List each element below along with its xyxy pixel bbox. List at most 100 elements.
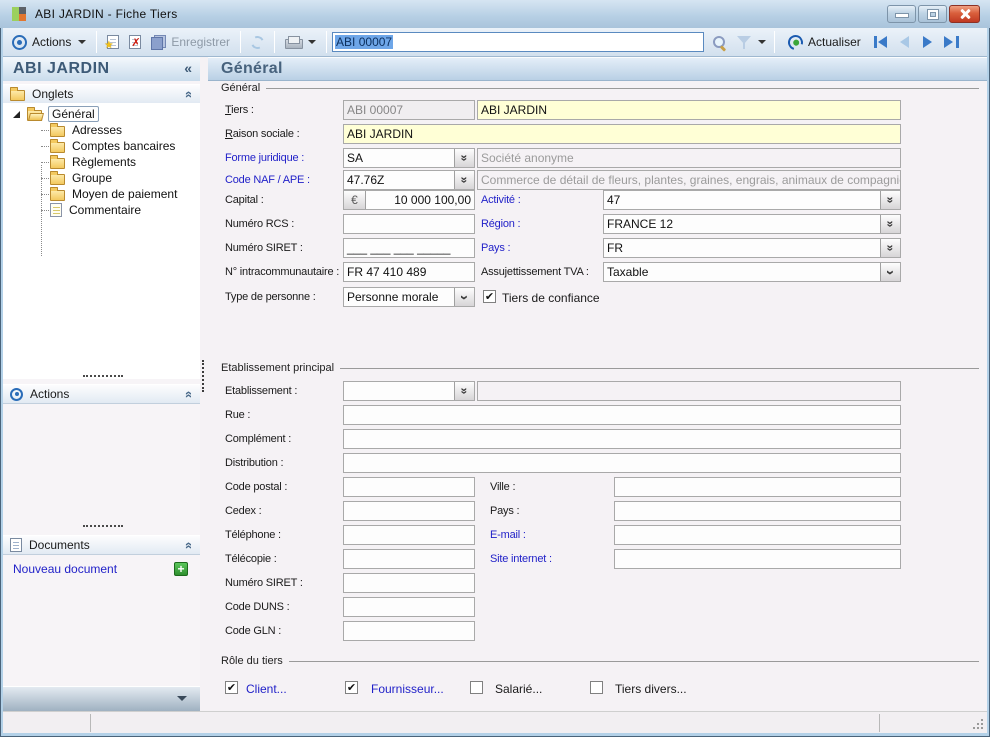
toolbar: Actions ★ ✗ Enregistrer bbox=[3, 28, 987, 57]
forme-juridique-label[interactable]: Forme juridique : bbox=[225, 152, 304, 164]
client-checkbox[interactable]: ✔ bbox=[225, 681, 238, 694]
region-label[interactable]: Région : bbox=[481, 218, 520, 230]
nav-previous-button[interactable] bbox=[897, 35, 913, 49]
tiers-confiance-checkbox[interactable]: ✔ bbox=[483, 290, 496, 303]
fournisseur-checkbox[interactable]: ✔ bbox=[345, 681, 358, 694]
client-label[interactable]: Client... bbox=[246, 682, 287, 696]
etab-siret-field[interactable] bbox=[343, 573, 475, 593]
print-button[interactable] bbox=[280, 30, 321, 54]
double-chevron-down-icon[interactable]: » bbox=[880, 239, 900, 257]
activite-label[interactable]: Activité : bbox=[481, 194, 521, 206]
collapse-chevron-icon[interactable]: » bbox=[180, 391, 195, 398]
close-button[interactable] bbox=[949, 5, 980, 23]
documents-section-header[interactable]: Documents » bbox=[3, 535, 200, 555]
salarie-checkbox[interactable] bbox=[470, 681, 483, 694]
ville-field[interactable] bbox=[614, 477, 901, 497]
code-gln-field[interactable] bbox=[343, 621, 475, 641]
code-naf-combo[interactable]: 47.76Z » bbox=[343, 170, 475, 190]
numero-rcs-field[interactable] bbox=[343, 214, 475, 234]
tiers-name-field[interactable]: ABI JARDIN bbox=[477, 100, 901, 120]
collapse-chevron-icon[interactable]: » bbox=[180, 542, 195, 549]
sidebar: ABI JARDIN « Onglets » Général bbox=[3, 57, 200, 711]
pays-label[interactable]: Pays : bbox=[481, 242, 510, 254]
search-input[interactable]: ABI 00007 bbox=[332, 32, 704, 52]
sidebar-bottom-bar[interactable] bbox=[3, 686, 200, 711]
filter-dropdown-icon[interactable] bbox=[758, 40, 766, 44]
region-combo[interactable]: FRANCE 12 » bbox=[603, 214, 901, 234]
folder-icon bbox=[50, 142, 65, 153]
actions-section-header[interactable]: Actions » bbox=[3, 384, 200, 404]
code-postal-field[interactable] bbox=[343, 477, 475, 497]
fournisseur-label[interactable]: Fournisseur... bbox=[371, 682, 444, 696]
numero-siret-field[interactable]: ___ ___ ___ _____ bbox=[343, 238, 475, 258]
search-icon[interactable] bbox=[712, 35, 727, 50]
cedex-label: Cedex : bbox=[225, 505, 262, 517]
delete-record-button[interactable]: ✗ bbox=[124, 30, 146, 54]
nav-first-button[interactable] bbox=[874, 35, 890, 49]
tree-item-label: Moyen de paiement bbox=[72, 187, 177, 201]
etablissement-combo[interactable]: » bbox=[343, 381, 475, 401]
refresh-button[interactable] bbox=[246, 30, 269, 54]
new-record-button[interactable]: ★ bbox=[102, 30, 124, 54]
email-field[interactable] bbox=[614, 525, 901, 545]
maximize-button[interactable] bbox=[918, 5, 947, 23]
distribution-field[interactable] bbox=[343, 453, 901, 473]
double-chevron-down-icon[interactable]: » bbox=[454, 149, 474, 167]
nav-last-button[interactable] bbox=[943, 35, 959, 49]
double-chevron-down-icon[interactable]: » bbox=[880, 215, 900, 233]
etab-pays-field[interactable] bbox=[614, 501, 901, 521]
email-label[interactable]: E-mail : bbox=[490, 529, 526, 541]
chevron-down-icon[interactable]: › bbox=[880, 263, 900, 281]
nav-next-button[interactable] bbox=[920, 35, 936, 49]
chevron-down-icon[interactable]: › bbox=[454, 288, 474, 306]
code-naf-label[interactable]: Code NAF / APE : bbox=[225, 174, 310, 186]
sidebar-collapse-button[interactable]: « bbox=[184, 60, 192, 76]
tree-item-general[interactable]: Général bbox=[3, 106, 99, 122]
filter-icon[interactable] bbox=[736, 35, 752, 50]
panel-dropdown-icon[interactable] bbox=[177, 696, 187, 701]
resize-grip[interactable] bbox=[981, 727, 983, 729]
pays-combo[interactable]: FR » bbox=[603, 238, 901, 258]
double-chevron-down-icon[interactable]: » bbox=[454, 382, 474, 400]
onglets-section-header[interactable]: Onglets » bbox=[3, 84, 200, 104]
actualiser-icon bbox=[785, 32, 805, 52]
tree-expander-icon[interactable] bbox=[13, 111, 20, 118]
tiers-divers-checkbox[interactable] bbox=[590, 681, 603, 694]
rue-field[interactable] bbox=[343, 405, 901, 425]
sidebar-splitter[interactable] bbox=[200, 57, 208, 711]
telecopie-field[interactable] bbox=[343, 549, 475, 569]
actualiser-button[interactable]: Actualiser bbox=[783, 30, 866, 54]
tree-item-moyen-de-paiement[interactable]: Moyen de paiement bbox=[3, 186, 200, 202]
tree-item-reglements[interactable]: Règlements bbox=[3, 154, 200, 170]
capital-field[interactable]: € 10 000 100,00 bbox=[343, 190, 475, 210]
site-internet-field[interactable] bbox=[614, 549, 901, 569]
page-header: Général bbox=[208, 57, 987, 81]
double-chevron-down-icon[interactable]: » bbox=[454, 171, 474, 189]
intracommunautaire-field[interactable]: FR 47 410 489 bbox=[343, 262, 475, 282]
new-document-link[interactable]: Nouveau document bbox=[13, 562, 117, 576]
type-personne-combo[interactable]: Personne morale › bbox=[343, 287, 475, 307]
site-internet-label[interactable]: Site internet : bbox=[490, 553, 552, 565]
capital-value: 10 000 100,00 bbox=[366, 191, 474, 209]
add-document-button[interactable]: + bbox=[174, 562, 188, 576]
telephone-field[interactable] bbox=[343, 525, 475, 545]
euro-icon[interactable]: € bbox=[344, 191, 366, 209]
tree-item-commentaire[interactable]: Commentaire bbox=[3, 202, 200, 218]
splitter-handle[interactable] bbox=[83, 525, 123, 527]
code-duns-field[interactable] bbox=[343, 597, 475, 617]
double-chevron-down-icon[interactable]: » bbox=[880, 191, 900, 209]
raison-sociale-field[interactable]: ABI JARDIN bbox=[343, 124, 901, 144]
complement-field[interactable] bbox=[343, 429, 901, 449]
collapse-chevron-icon[interactable]: » bbox=[180, 91, 195, 98]
save-button[interactable]: Enregistrer bbox=[146, 30, 235, 54]
tree-item-groupe[interactable]: Groupe bbox=[3, 170, 200, 186]
cedex-field[interactable] bbox=[343, 501, 475, 521]
activite-combo[interactable]: 47 » bbox=[603, 190, 901, 210]
tva-combo[interactable]: Taxable › bbox=[603, 262, 901, 282]
tree-item-comptes-bancaires[interactable]: Comptes bancaires bbox=[3, 138, 200, 154]
tree-item-adresses[interactable]: Adresses bbox=[3, 122, 200, 138]
minimize-button[interactable] bbox=[887, 5, 916, 23]
forme-juridique-combo[interactable]: SA » bbox=[343, 148, 475, 168]
actions-menu-button[interactable]: Actions bbox=[7, 30, 91, 54]
splitter-handle[interactable] bbox=[83, 375, 123, 377]
